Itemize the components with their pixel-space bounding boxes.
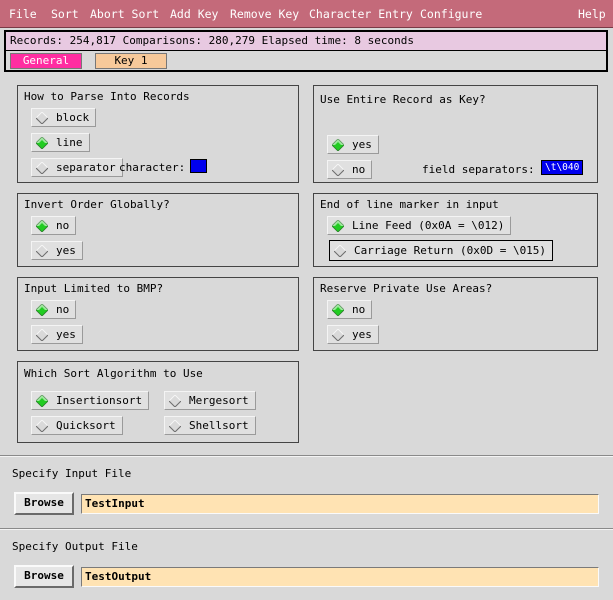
radio-label: no [56,219,70,232]
radio-indicator-icon [36,111,48,124]
field-separators-input[interactable]: \t\040 [541,160,584,175]
radio-label: Carriage Return (0x0D = \015) [354,244,547,257]
eol-title: End of line marker in input [320,198,499,211]
eol-group: End of line marker in input Line Feed (0… [313,193,598,267]
eol-option-line-feed[interactable]: Line Feed (0x0A = \012) [327,216,512,235]
algorithm-option-insertionsort[interactable]: Insertionsort [31,391,150,410]
radio-indicator-icon [169,419,181,432]
menu-character-entry[interactable]: Character Entry [309,7,413,21]
tab-strip: General Key 1 [6,51,606,70]
radio-indicator-icon [332,163,344,176]
private-use-group: Reserve Private Use Areas? no yes [313,277,598,351]
parse-option-separator[interactable]: separator [31,158,123,177]
radio-label: Shellsort [189,419,249,432]
radio-indicator-icon [36,161,48,174]
invert-group: Invert Order Globally? no yes [17,193,299,267]
tab-general[interactable]: General [10,53,82,69]
radio-indicator-icon [332,219,344,232]
radio-indicator-icon [36,419,48,432]
algorithm-group: Which Sort Algorithm to Use Insertionsor… [17,361,299,443]
radio-indicator-icon [169,394,181,407]
radio-indicator-icon [36,244,48,257]
menu-help[interactable]: Help [578,7,606,21]
radio-label: separator [56,161,116,174]
radio-label: no [352,303,366,316]
parse-title: How to Parse Into Records [24,90,190,103]
radio-indicator-icon [332,328,344,341]
radio-indicator-icon [334,244,346,257]
radio-label: no [352,163,366,176]
radio-label: Line Feed (0x0A = \012) [352,219,505,232]
radio-label: block [56,111,90,124]
bmp-group: Input Limited to BMP? no yes [17,277,299,351]
menu-bar: File Sort Abort Sort Add Key Remove Key … [0,0,613,28]
menu-configure[interactable]: Configure [420,7,482,21]
output-file-field[interactable]: TestOutput [81,567,599,587]
bmp-option-yes[interactable]: yes [31,325,83,344]
algorithm-option-mergesort[interactable]: Mergesort [164,391,256,410]
output-browse-button[interactable]: Browse [14,565,74,588]
parse-option-block[interactable]: block [31,108,97,127]
input-file-title: Specify Input File [12,467,132,480]
tab-key-1[interactable]: Key 1 [95,53,167,69]
entire-key-group: Use Entire Record as Key? yes no field s… [313,85,598,183]
radio-label: yes [56,328,76,341]
entire-key-option-no[interactable]: no [327,160,373,179]
private-use-option-no[interactable]: no [327,300,373,319]
radio-label: no [56,303,70,316]
bmp-title: Input Limited to BMP? [24,282,164,295]
input-browse-button[interactable]: Browse [14,492,74,515]
bmp-option-no[interactable]: no [31,300,77,319]
invert-option-yes[interactable]: yes [31,241,83,260]
menu-sort[interactable]: Sort [51,7,79,21]
radio-label: Mergesort [189,394,249,407]
radio-label: Insertionsort [56,394,143,407]
algorithm-option-shellsort[interactable]: Shellsort [164,416,256,435]
eol-option-carriage-return[interactable]: Carriage Return (0x0D = \015) [329,240,554,261]
radio-indicator-icon [36,394,48,407]
output-file-title: Specify Output File [12,540,138,553]
radio-label: yes [56,244,76,257]
character-label: character: [119,161,186,174]
status-bar: Records: 254,817 Comparisons: 280,279 El… [6,32,606,50]
separator-character-swatch[interactable] [190,159,207,173]
radio-indicator-icon [36,328,48,341]
input-file-field[interactable]: TestInput [81,494,599,514]
radio-indicator-icon [36,136,48,149]
radio-label: Quicksort [56,419,116,432]
private-use-title: Reserve Private Use Areas? [320,282,493,295]
menu-abort-sort[interactable]: Abort Sort [90,7,159,21]
radio-indicator-icon [36,303,48,316]
menu-add-key[interactable]: Add Key [170,7,218,21]
invert-title: Invert Order Globally? [24,198,170,211]
entire-key-option-yes[interactable]: yes [327,135,379,154]
parse-option-line[interactable]: line [31,133,90,152]
field-separators-label: field separators: [422,163,535,176]
radio-label: line [56,136,83,149]
radio-indicator-icon [332,138,344,151]
private-use-option-yes[interactable]: yes [327,325,379,344]
invert-option-no[interactable]: no [31,216,77,235]
radio-label: yes [352,328,372,341]
menu-file[interactable]: File [9,7,37,21]
radio-label: yes [352,138,372,151]
menu-remove-key[interactable]: Remove Key [230,7,299,21]
parse-group: How to Parse Into Records block line sep… [17,85,299,183]
radio-indicator-icon [332,303,344,316]
algorithm-option-quicksort[interactable]: Quicksort [31,416,123,435]
radio-indicator-icon [36,219,48,232]
entire-key-title: Use Entire Record as Key? [320,93,486,106]
section-divider [0,455,613,457]
algorithm-title: Which Sort Algorithm to Use [24,367,203,380]
section-divider [0,528,613,530]
